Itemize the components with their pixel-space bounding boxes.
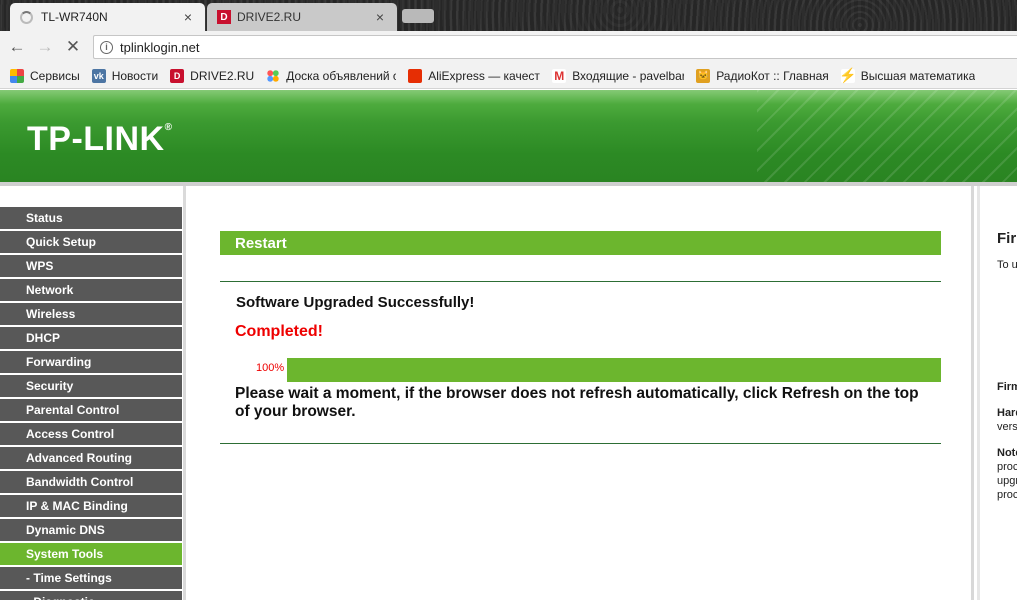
loading-spinner-icon <box>20 10 33 24</box>
menu-item-access-control[interactable]: Access Control <box>0 423 182 445</box>
address-bar[interactable]: i tplinklogin.net <box>93 35 1017 59</box>
help-text: proc <box>997 489 1017 501</box>
bookmark-drive2[interactable]: D DRIVE2.RU <box>170 68 255 83</box>
drive2-favicon-icon: D <box>217 10 231 24</box>
forward-button[interactable]: → <box>34 36 56 58</box>
close-tab-icon[interactable]: × <box>181 9 195 25</box>
menu-item-diagnostic[interactable]: - Diagnostic <box>0 591 182 600</box>
divider-bottom <box>220 443 941 444</box>
site-info-icon[interactable]: i <box>100 40 113 54</box>
success-message: Software Upgraded Successfully! <box>236 294 475 311</box>
bookmark-math[interactable]: ⚡ Высшая математика <box>839 67 976 83</box>
main-content: Restart Software Upgraded Successfully! … <box>189 186 974 600</box>
menu-item-time-settings[interactable]: - Time Settings <box>0 567 182 589</box>
bookmark-gmail[interactable]: M Входящие - pavelbar <box>552 68 685 83</box>
drive2-icon: D <box>170 68 185 83</box>
progress-bar <box>287 358 941 382</box>
tab-tl-wr740n[interactable]: TL-WR740N × <box>10 3 205 31</box>
bookmark-services[interactable]: Сервисы <box>10 68 80 83</box>
tab-title: DRIVE2.RU <box>237 10 302 24</box>
divider-top <box>220 281 941 282</box>
help-text: proc <box>997 461 1017 473</box>
stop-loading-button[interactable]: ✕ <box>62 36 84 58</box>
menu-item-ip-mac-binding[interactable]: IP & MAC Binding <box>0 495 182 517</box>
browser-window: TL-WR740N × D DRIVE2.RU × ← → ✕ i tplink… <box>0 0 1017 600</box>
bookmark-label: Доска объявлений с <box>286 68 397 83</box>
menu-item-forwarding[interactable]: Forwarding <box>0 351 182 373</box>
help-title: Firı <box>997 230 1017 247</box>
help-text: upgr <box>997 475 1017 487</box>
wait-message: Please wait a moment, if the browser doe… <box>235 385 919 420</box>
gmail-icon: M <box>552 68 567 83</box>
menu-item-parental-control[interactable]: Parental Control <box>0 399 182 421</box>
help-text: To u <box>997 259 1017 271</box>
menu-item-network[interactable]: Network <box>0 279 182 301</box>
menu-item-system-tools[interactable]: System Tools <box>0 543 182 565</box>
bolt-icon: ⚡ <box>839 67 857 83</box>
bookmark-label: Новости <box>111 68 159 83</box>
bookmark-label: Входящие - pavelbar <box>572 68 685 83</box>
bookmark-news[interactable]: vk Новости <box>91 68 159 83</box>
tab-strip: TL-WR740N × D DRIVE2.RU × <box>0 0 1017 31</box>
menu-item-security[interactable]: Security <box>0 375 182 397</box>
url-text[interactable]: tplinklogin.net <box>120 40 200 55</box>
help-panel: Firı To u Firm Hard vers Note proc upgr … <box>977 186 1017 600</box>
close-tab-icon[interactable]: × <box>373 9 387 25</box>
bookmark-label: Сервисы <box>30 68 80 83</box>
menu-item-dynamic-dns[interactable]: Dynamic DNS <box>0 519 182 541</box>
new-tab-button[interactable] <box>402 9 434 23</box>
header-banner: TP-LINK® <box>0 90 1017 182</box>
bookmark-radiokot[interactable]: 🐱 РадиоКот :: Главная <box>696 68 829 83</box>
menu-item-wps[interactable]: WPS <box>0 255 182 277</box>
bookmark-label: Высшая математика <box>860 68 976 83</box>
bookmark-classifieds[interactable]: Доска объявлений с <box>266 68 397 83</box>
menu-item-dhcp[interactable]: DHCP <box>0 327 182 349</box>
help-heading: Note <box>997 447 1017 459</box>
help-heading: Hard <box>997 407 1017 419</box>
completed-status: Completed! <box>235 323 323 340</box>
progress-fill <box>287 358 941 382</box>
bookmark-aliexpress[interactable]: AliExpress — качеств <box>408 68 541 83</box>
menu-item-status[interactable]: Status <box>0 207 182 229</box>
tab-title: TL-WR740N <box>41 10 108 24</box>
tp-link-logo: TP-LINK® <box>27 120 173 158</box>
menu-item-wireless[interactable]: Wireless <box>0 303 182 325</box>
menu-item-advanced-routing[interactable]: Advanced Routing <box>0 447 182 469</box>
vk-icon: vk <box>91 68 106 83</box>
bookmark-label: DRIVE2.RU <box>190 68 255 83</box>
tab-drive2[interactable]: D DRIVE2.RU × <box>207 3 397 31</box>
aliexpress-icon <box>408 68 423 83</box>
section-title: Restart <box>220 231 941 255</box>
bookmark-label: РадиоКот :: Главная <box>716 68 829 83</box>
apps-icon <box>10 68 24 83</box>
progress-percent: 100% <box>256 362 285 374</box>
sidebar-menu: Status Quick Setup WPS Network Wireless … <box>0 186 186 600</box>
router-page: TP-LINK® Status Quick Setup WPS Network … <box>0 90 1017 600</box>
cat-icon: 🐱 <box>696 68 711 83</box>
help-text: vers <box>997 421 1017 433</box>
menu-item-bandwidth-control[interactable]: Bandwidth Control <box>0 471 182 493</box>
browser-toolbar: ← → ✕ i tplinklogin.net <box>0 31 1017 63</box>
menu-item-quick-setup[interactable]: Quick Setup <box>0 231 182 253</box>
back-button[interactable]: ← <box>6 36 28 58</box>
bookmark-label: AliExpress — качеств <box>428 68 541 83</box>
bookmarks-bar: Сервисы vk Новости D DRIVE2.RU Доска объ… <box>0 63 1017 89</box>
dots-icon <box>266 68 281 83</box>
help-heading: Firm <box>997 381 1017 393</box>
